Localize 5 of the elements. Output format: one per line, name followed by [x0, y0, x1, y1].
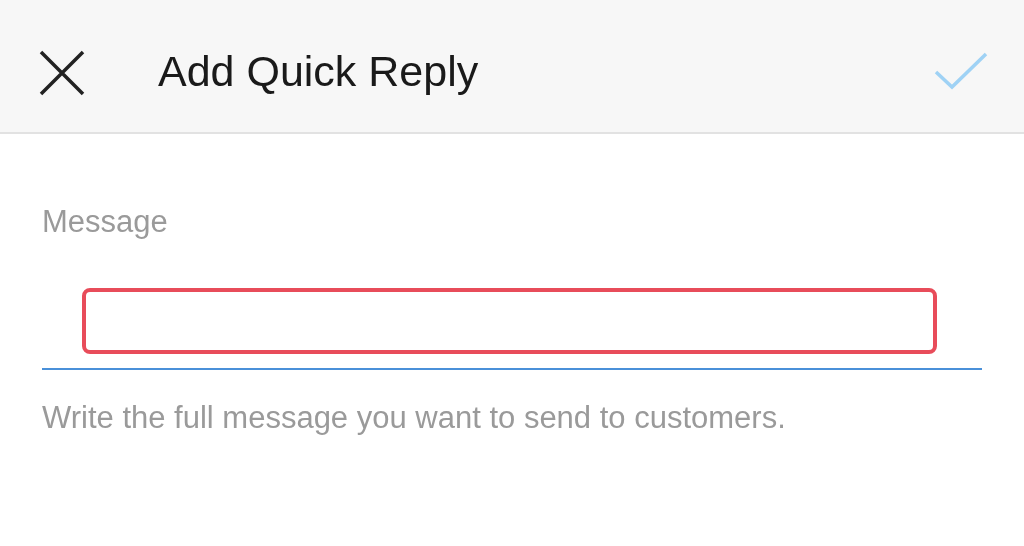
helper-text: Write the full message you want to send to customers.: [42, 400, 787, 436]
field-label: Message: [42, 204, 169, 240]
check-icon[interactable]: [934, 52, 988, 90]
screen-title: Add Quick Reply: [158, 46, 480, 96]
close-icon[interactable]: [39, 50, 85, 96]
